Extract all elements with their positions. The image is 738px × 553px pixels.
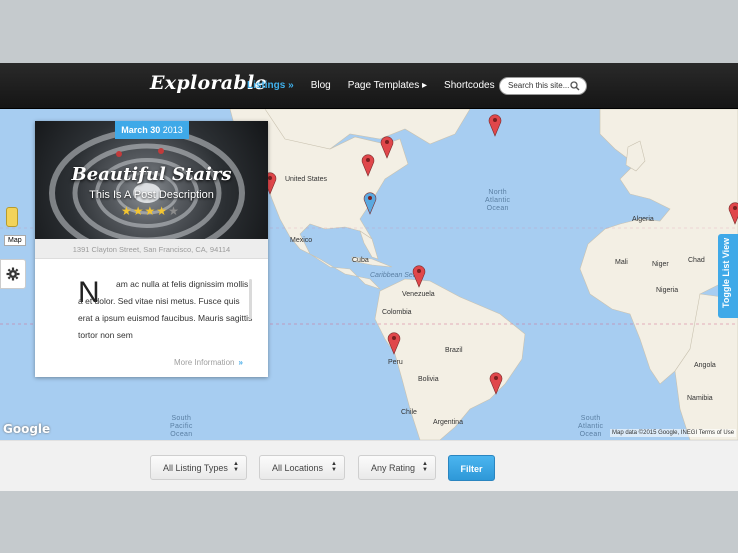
place-label: Colombia [382, 309, 412, 316]
listing-title[interactable]: Beautiful Stairs [35, 164, 268, 185]
place-label: Chile [401, 409, 417, 416]
place-label: Peru [388, 359, 403, 366]
nav-page-templates[interactable]: Page Templates ▸ [348, 80, 427, 91]
place-label: Namibia [687, 395, 713, 402]
nav-shortcodes[interactable]: Shortcodes [444, 80, 495, 91]
map-pin-icon[interactable] [489, 371, 503, 395]
locations-value: All Locations [272, 463, 324, 473]
star-filled-icon: ★ [156, 204, 169, 218]
more-information-arrow-icon: » [238, 358, 243, 367]
street-view-pegman-icon[interactable] [6, 207, 18, 227]
search-icon[interactable] [570, 81, 580, 91]
ocean-label-south-pacific: South Pacific Ocean [170, 415, 193, 438]
nav-blog[interactable]: Blog [311, 80, 331, 91]
listing-card[interactable]: March 30 2013 Beautiful Stairs This Is A… [35, 121, 268, 377]
place-label: Mexico [290, 237, 313, 244]
date-year: 2013 [162, 125, 183, 135]
place-label: Algeria [632, 216, 654, 223]
map-pin-icon[interactable] [380, 135, 394, 159]
place-label: Venezuela [402, 291, 435, 298]
filter-button[interactable]: Filter [448, 455, 495, 481]
map-pin-icon[interactable] [488, 113, 502, 137]
rating-stars: ★★★★★ [121, 204, 180, 218]
search-placeholder: Search this site... [508, 81, 570, 90]
listing-description: This Is A Post Description [89, 189, 214, 201]
place-label: Niger [652, 261, 669, 268]
date-badge: March 30 2013 [115, 121, 189, 139]
listing-types-select[interactable]: All Listing Types ▲ ▼ [150, 455, 247, 480]
page: Explorable Listings » Blog Page Template… [0, 63, 738, 491]
rating-select[interactable]: Any Rating ▲ ▼ [358, 455, 436, 480]
listing-excerpt: am ac nulla at felis dignissim mollis a … [78, 279, 253, 340]
select-arrows-icon: ▲ ▼ [233, 461, 239, 473]
rating-value: Any Rating [371, 463, 416, 473]
toggle-list-view-button[interactable]: Toggle List View [718, 234, 738, 318]
map-pin-blue-icon[interactable] [363, 191, 377, 215]
date-month-day: March 30 [121, 125, 161, 135]
place-label: Mali [615, 259, 628, 266]
star-filled-icon: ★ [132, 204, 145, 218]
nav-listings[interactable]: Listings » [247, 80, 294, 91]
select-arrows-icon: ▲ ▼ [331, 461, 337, 473]
more-information-label: More Information [174, 358, 235, 367]
toggle-list-view-label: Toggle List View [721, 237, 731, 308]
site-header: Explorable Listings » Blog Page Template… [0, 63, 738, 109]
ocean-label-south-atlantic: South Atlantic Ocean [578, 415, 604, 438]
place-label: Nigeria [656, 287, 679, 294]
search-input[interactable]: Search this site... [499, 77, 587, 95]
listing-image[interactable]: March 30 2013 Beautiful Stairs This Is A… [35, 121, 268, 239]
star-filled-icon: ★ [144, 204, 157, 218]
settings-button[interactable] [0, 259, 26, 289]
star-filled-icon: ★ [121, 204, 133, 218]
place-label: Chad [688, 257, 705, 264]
more-information-link[interactable]: More Information» [174, 358, 243, 367]
place-label: Angola [694, 362, 716, 369]
main-nav: Listings » Blog Page Templates ▸ Shortco… [247, 80, 512, 91]
gear-icon [6, 267, 20, 281]
place-label: Caribbean Sea [370, 272, 417, 279]
select-arrows-icon: ▲ ▼ [422, 461, 428, 473]
locations-select[interactable]: All Locations ▲ ▼ [259, 455, 345, 480]
place-label: United States [285, 176, 328, 183]
listing-address: 1391 Clayton Street, San Francisco, CA, … [35, 239, 268, 259]
excerpt-scrollbar[interactable] [249, 279, 252, 319]
map-pin-icon[interactable] [361, 153, 375, 177]
map-pin-icon[interactable] [728, 201, 738, 225]
filter-bar: All Listing Types ▲ ▼ All Locations ▲ ▼ An… [0, 440, 738, 491]
place-label: Argentina [433, 419, 463, 426]
place-label: Brazil [445, 347, 463, 354]
map-type-button[interactable]: Map [4, 235, 26, 246]
place-label: Cuba [352, 257, 369, 264]
star-empty-icon: ★ [168, 204, 180, 218]
listing-types-value: All Listing Types [163, 463, 228, 473]
ocean-label-north-atlantic: North Atlantic Ocean [485, 189, 511, 212]
map-attribution[interactable]: Map data ©2015 Google, INEGI Terms of Us… [610, 429, 737, 437]
place-label: Bolivia [418, 376, 439, 383]
map-pin-icon[interactable] [412, 264, 426, 288]
map-pin-icon[interactable] [387, 331, 401, 355]
google-logo: Google [3, 422, 51, 436]
